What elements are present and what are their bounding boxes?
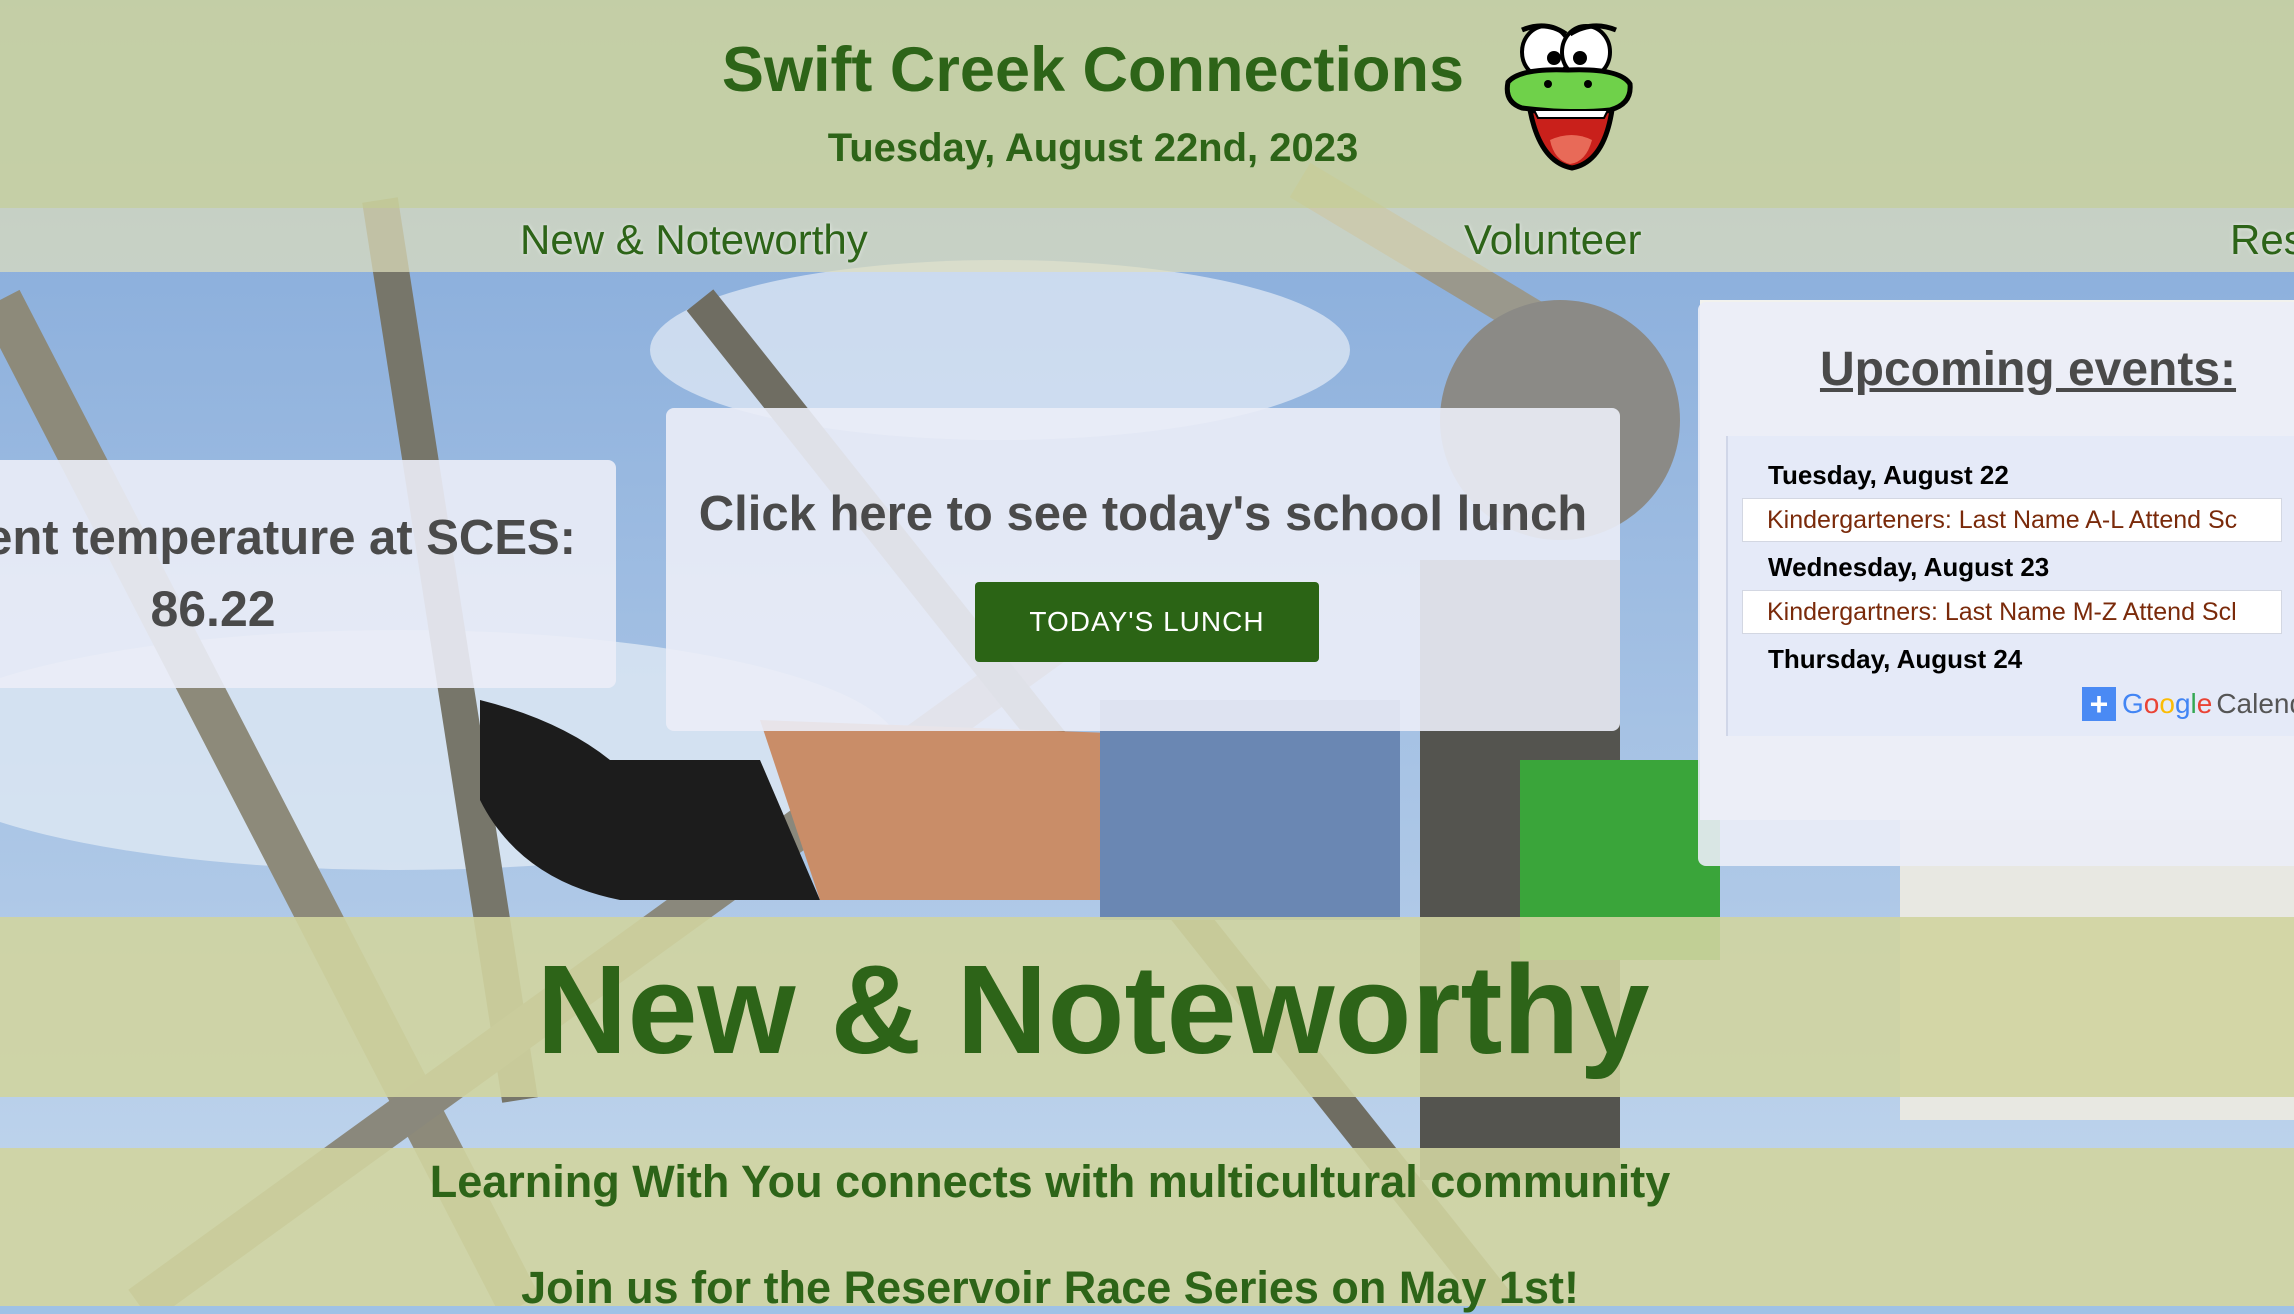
temperature-label: ent temperature at SCES: — [0, 511, 576, 565]
news-item[interactable]: Join us for the Reservoir Race Series on… — [0, 1262, 2100, 1314]
calendar-event[interactable]: Kindergartners: Last Name M-Z Attend Scl — [1742, 590, 2282, 634]
news-item[interactable]: Learning With You connects with multicul… — [0, 1156, 2100, 1208]
news-list: Learning With You connects with multicul… — [0, 1148, 2294, 1313]
gator-mascot-icon[interactable] — [1500, 22, 1636, 174]
lunch-card: Click here to see today's school lunch T… — [666, 408, 1620, 731]
add-to-google-calendar-button[interactable]: + Google Calenda — [2082, 686, 2294, 722]
nav-item-resources[interactable]: Res — [2230, 216, 2294, 264]
temperature-card: ent temperature at SCES: 86.22 — [0, 460, 616, 688]
calendar-day-heading: Thursday, August 24 — [1768, 644, 2023, 674]
google-calendar-embed[interactable]: Tuesday, August 22 Kindergarteners: Last… — [1726, 436, 2294, 736]
todays-lunch-button[interactable]: TODAY'S LUNCH — [975, 582, 1319, 662]
section-title: New & Noteworthy — [536, 939, 1650, 1080]
main-nav: New & Noteworthy Volunteer Res — [0, 208, 2294, 272]
nav-item-volunteer[interactable]: Volunteer — [1464, 216, 1641, 264]
site-title[interactable]: Swift Creek Connections — [0, 34, 2186, 106]
plus-icon: + — [2082, 687, 2116, 721]
site-header: Swift Creek Connections Tuesday, August … — [0, 0, 2294, 208]
section-banner: New & Noteworthy — [0, 917, 2294, 1097]
calendar-event[interactable]: Kindergarteners: Last Name A-L Attend Sc — [1742, 498, 2282, 542]
calendar-day-heading: Tuesday, August 22 — [1768, 460, 2009, 490]
calendar-day-heading: Wednesday, August 23 — [1768, 552, 2050, 582]
lunch-prompt: Click here to see today's school lunch — [698, 487, 1588, 541]
google-wordmark: Google — [2122, 688, 2213, 719]
current-date: Tuesday, August 22nd, 2023 — [827, 126, 1359, 170]
temperature-value: 86.22 — [150, 581, 276, 637]
nav-item-new-noteworthy[interactable]: New & Noteworthy — [520, 216, 868, 264]
events-title: Upcoming events: — [1819, 343, 2237, 396]
calendar-wordmark: Calenda — [2216, 688, 2294, 719]
upcoming-events-card: Upcoming events: Tuesday, August 22 Kind… — [1698, 302, 2294, 866]
